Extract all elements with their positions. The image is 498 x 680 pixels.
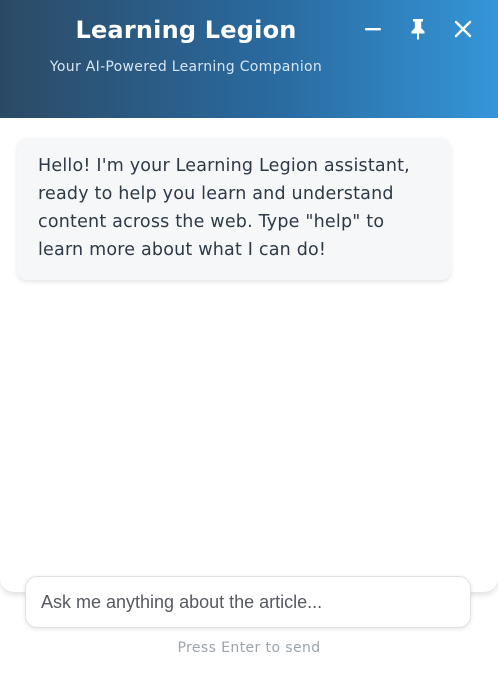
minimize-icon: [364, 20, 382, 38]
close-icon: [454, 20, 472, 38]
message-input[interactable]: [26, 577, 470, 627]
assistant-message: Hello! I'm your Learning Legion assistan…: [17, 138, 451, 280]
app-title: Learning Legion: [75, 16, 297, 44]
chat-messages-area[interactable]: Hello! I'm your Learning Legion assistan…: [0, 118, 498, 592]
pin-button[interactable]: [405, 16, 431, 42]
app-subtitle: Your AI-Powered Learning Companion: [49, 59, 323, 75]
chat-header: Learning Legion Your AI-Powered Learning…: [0, 0, 498, 118]
close-button[interactable]: [450, 16, 476, 42]
send-hint: Press Enter to send: [177, 640, 321, 656]
pin-icon: [408, 18, 428, 40]
minimize-button[interactable]: [360, 16, 386, 42]
message-input-container: [25, 576, 471, 628]
